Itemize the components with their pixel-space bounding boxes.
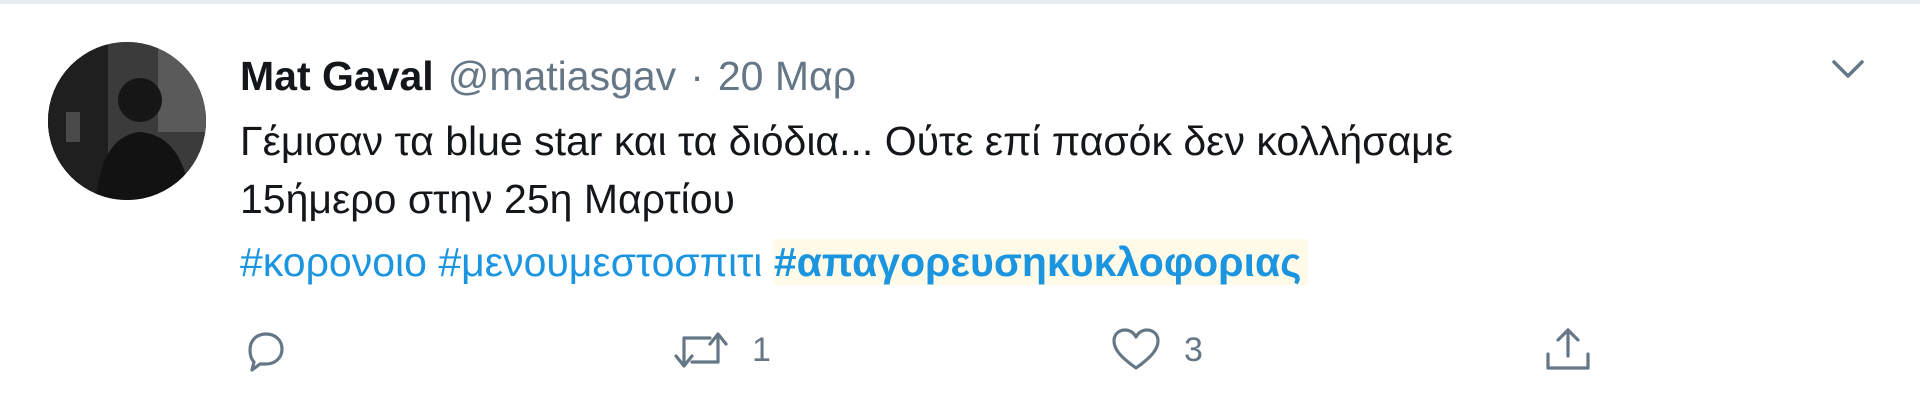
retweet-button[interactable]: 1: [670, 322, 771, 378]
tweet-text-line: 15ήμερο στην 25η Μαρτίου: [240, 176, 735, 222]
retweet-count: 1: [752, 330, 771, 369]
author-handle[interactable]: @matiasgav: [448, 48, 676, 104]
tweet-content: Mat Gaval @matiasgav · 20 Μαρ Γέμισαν τα…: [240, 48, 1860, 292]
retweet-icon: [670, 324, 732, 376]
share-icon: [1540, 324, 1596, 376]
reply-icon: [240, 324, 292, 376]
tweet-text-line: Γέμισαν τα blue star και τα διόδια... Ού…: [240, 118, 1454, 164]
author-name[interactable]: Mat Gaval: [240, 48, 434, 104]
tweet-text: Γέμισαν τα blue star και τα διόδια... Ού…: [240, 112, 1860, 228]
tweet-date[interactable]: 20 Μαρ: [718, 48, 856, 104]
hashtag-link[interactable]: #απαγορευσηκυκλοφοριας: [773, 239, 1308, 285]
tweet-header: Mat Gaval @matiasgav · 20 Μαρ: [240, 48, 1860, 104]
chevron-down-icon[interactable]: [1826, 46, 1870, 90]
share-button[interactable]: [1540, 322, 1596, 378]
like-count: 3: [1184, 330, 1203, 369]
hashtag-list: #κορονοιο #μενουμεστοσπιτι #απαγορευσηκυ…: [240, 232, 1860, 292]
avatar[interactable]: [48, 42, 206, 200]
reply-button[interactable]: [240, 322, 292, 378]
profile-photo: [48, 42, 206, 200]
heart-icon: [1108, 324, 1164, 376]
tweet-card[interactable]: Mat Gaval @matiasgav · 20 Μαρ Γέμισαν τα…: [0, 0, 1920, 414]
separator-dot: ·: [690, 53, 704, 99]
hashtag-link[interactable]: #κορονοιο: [240, 239, 427, 285]
tweet-actions: 1 3: [240, 322, 1640, 378]
hashtag-link[interactable]: #μενουμεστοσπιτι: [438, 239, 762, 285]
like-button[interactable]: 3: [1108, 322, 1203, 378]
